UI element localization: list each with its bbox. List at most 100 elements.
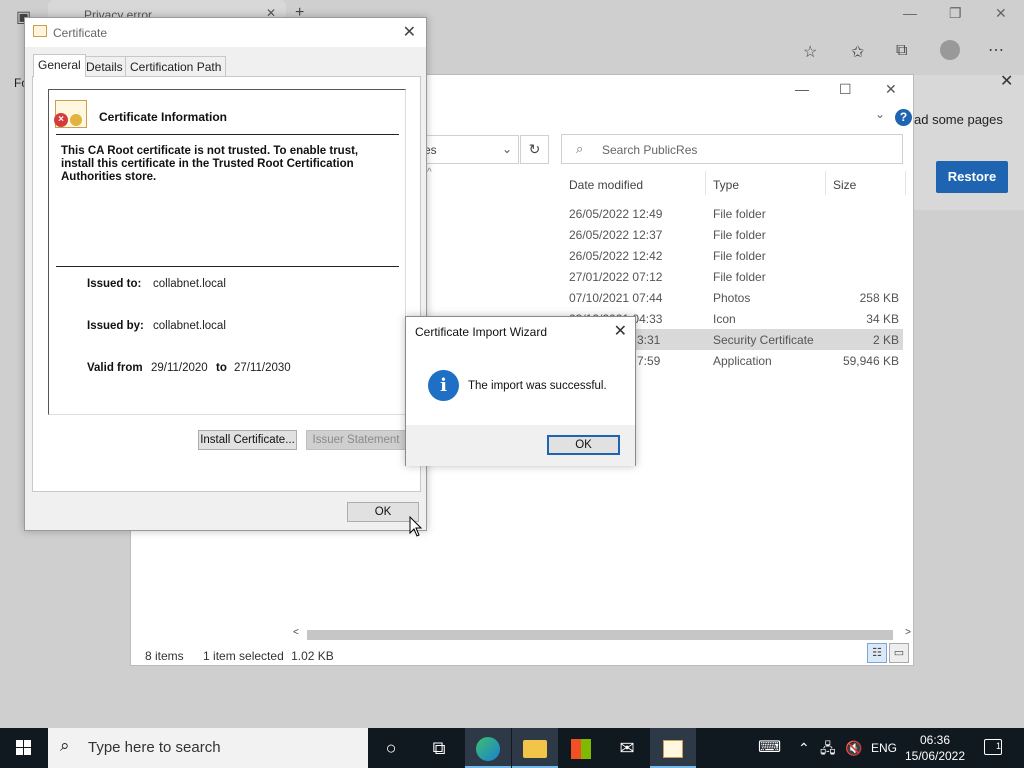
- valid-to-value: 27/11/2030: [234, 362, 291, 374]
- issued-to-value: collabnet.local: [153, 278, 226, 290]
- column-divider[interactable]: [825, 171, 826, 195]
- column-header-type[interactable]: Type: [713, 178, 739, 192]
- restore-message: ad some pages: [914, 112, 1003, 127]
- status-item-count: 8 items: [145, 649, 184, 663]
- scrollbar-thumb[interactable]: [307, 630, 893, 640]
- file-row[interactable]: 07/10/2021 07:44 Photos 258 KB: [565, 287, 903, 308]
- dialog-title: Certificate: [53, 26, 108, 40]
- file-type: Photos: [713, 291, 751, 305]
- help-icon[interactable]: ?: [895, 109, 912, 126]
- details-view-icon[interactable]: ☷: [867, 643, 887, 663]
- column-header-size[interactable]: Size: [833, 178, 856, 192]
- file-row[interactable]: 26/05/2022 12:37 File folder: [565, 224, 903, 245]
- favorite-add-icon[interactable]: ☆: [803, 42, 817, 62]
- seal-icon: [70, 114, 82, 126]
- chevron-down-icon[interactable]: ⌄: [875, 107, 885, 121]
- taskbar-search-input[interactable]: ⌕ Type here to search: [48, 728, 368, 768]
- issuer-statement-button[interactable]: Issuer Statement: [306, 430, 406, 450]
- network-icon[interactable]: 🖧: [820, 728, 836, 768]
- start-button[interactable]: [0, 728, 48, 768]
- error-icon: ×: [54, 113, 68, 127]
- file-date: 7:59: [637, 354, 661, 368]
- restore-window-icon[interactable]: ❐: [949, 5, 962, 22]
- restore-button[interactable]: Restore: [936, 161, 1008, 193]
- install-certificate-button[interactable]: Install Certificate...: [198, 430, 297, 450]
- file-date: 07/10/2021 07:44: [569, 291, 663, 305]
- more-icon[interactable]: ⋯: [988, 40, 1004, 60]
- close-icon[interactable]: ✕: [885, 81, 897, 98]
- file-size: 34 KB: [866, 312, 899, 326]
- divider: [56, 266, 399, 267]
- issued-to-label: Issued to:: [87, 278, 142, 290]
- refresh-button[interactable]: ↻: [520, 135, 549, 164]
- store-taskbar-icon[interactable]: [558, 728, 604, 768]
- chevron-down-icon[interactable]: ⌄: [502, 142, 512, 156]
- file-type: File folder: [713, 249, 766, 263]
- file-size: 258 KB: [859, 291, 899, 305]
- address-bar[interactable]: es ⌄: [421, 135, 519, 164]
- trust-warning: This CA Root certificate is not trusted.…: [61, 145, 359, 183]
- file-date: 3:31: [637, 333, 661, 347]
- file-row[interactable]: 27/01/2022 07:12 File folder: [565, 266, 903, 287]
- keyboard-icon[interactable]: ⌨: [758, 728, 781, 768]
- taskbar: ⌕ Type here to search ○ ⧉ ✉ ⌨ ⌃ 🖧 🔇 ENG …: [0, 728, 1024, 768]
- sort-caret-icon: ^: [427, 167, 432, 178]
- info-heading: Certificate Information: [99, 110, 228, 124]
- file-type: File folder: [713, 228, 766, 242]
- notification-center-icon[interactable]: 1: [984, 739, 1002, 755]
- large-icons-view-icon[interactable]: ▭: [889, 643, 909, 663]
- certificate-dialog: Certificate ✕ General Details Certificat…: [24, 17, 427, 531]
- close-icon[interactable]: ✕: [403, 22, 416, 42]
- column-divider[interactable]: [905, 171, 906, 195]
- horizontal-scrollbar[interactable]: < >: [291, 627, 913, 642]
- minimize-icon[interactable]: —: [903, 5, 917, 21]
- file-date: 26/05/2022 12:42: [569, 249, 663, 263]
- file-type: File folder: [713, 270, 766, 284]
- mail-taskbar-icon[interactable]: ✉: [604, 728, 650, 768]
- general-tab-panel: × Certificate Information This CA Root c…: [32, 76, 421, 492]
- scroll-right-icon[interactable]: >: [905, 627, 911, 638]
- file-size: 59,946 KB: [842, 354, 899, 368]
- edge-taskbar-icon[interactable]: [465, 728, 511, 768]
- minimize-icon[interactable]: —: [795, 81, 809, 97]
- file-date: 27/01/2022 07:12: [569, 270, 663, 284]
- close-icon[interactable]: ✕: [614, 321, 627, 341]
- certificate-taskbar-icon[interactable]: [650, 728, 696, 768]
- search-input[interactable]: ⌕ Search PublicRes: [561, 134, 903, 164]
- tab-general[interactable]: General: [33, 54, 86, 77]
- tab-certification-path[interactable]: Certification Path: [125, 56, 227, 76]
- valid-from-value: 29/11/2020: [151, 362, 208, 374]
- language-indicator[interactable]: ENG: [871, 728, 897, 768]
- file-size: 2 KB: [872, 333, 899, 347]
- restore-infobar: ✕ ad some pages Restore: [914, 73, 1024, 210]
- taskbar-search-placeholder: Type here to search: [88, 739, 221, 756]
- file-row[interactable]: 26/05/2022 12:42 File folder: [565, 245, 903, 266]
- file-explorer-taskbar-icon[interactable]: [512, 728, 558, 768]
- clock[interactable]: 06:36 15/06/2022: [900, 732, 970, 764]
- maximize-icon[interactable]: ☐: [839, 81, 852, 98]
- dialog-titlebar: Certificate ✕: [25, 18, 426, 47]
- divider: [56, 134, 399, 135]
- file-type: File folder: [713, 207, 766, 221]
- status-bar: 8 items 1 item selected 1.02 KB: [145, 649, 334, 663]
- profile-avatar[interactable]: [940, 40, 960, 60]
- scroll-left-icon[interactable]: <: [293, 627, 299, 638]
- chevron-up-icon[interactable]: ⌃: [798, 728, 810, 768]
- windows-logo-icon: [16, 740, 31, 755]
- valid-to-label: to: [216, 362, 227, 374]
- column-divider[interactable]: [705, 171, 706, 195]
- search-icon: ⌕: [60, 736, 70, 755]
- volume-muted-icon[interactable]: 🔇: [845, 728, 862, 768]
- file-row[interactable]: 26/05/2022 12:49 File folder: [565, 203, 903, 224]
- tab-details[interactable]: Details: [81, 56, 128, 76]
- column-header-date[interactable]: Date modified: [569, 178, 643, 192]
- file-date: 26/05/2022 12:37: [569, 228, 663, 242]
- favorites-icon[interactable]: ✩: [851, 42, 864, 62]
- import-wizard-dialog: Certificate Import Wizard ✕ i The import…: [405, 316, 636, 466]
- ok-button[interactable]: OK: [547, 435, 620, 455]
- collections-icon[interactable]: ⧉: [896, 42, 907, 60]
- close-window-icon[interactable]: ✕: [995, 5, 1007, 22]
- task-view-icon[interactable]: ⧉: [416, 728, 462, 768]
- cortana-icon[interactable]: ○: [368, 728, 414, 768]
- close-icon[interactable]: ✕: [1000, 71, 1013, 91]
